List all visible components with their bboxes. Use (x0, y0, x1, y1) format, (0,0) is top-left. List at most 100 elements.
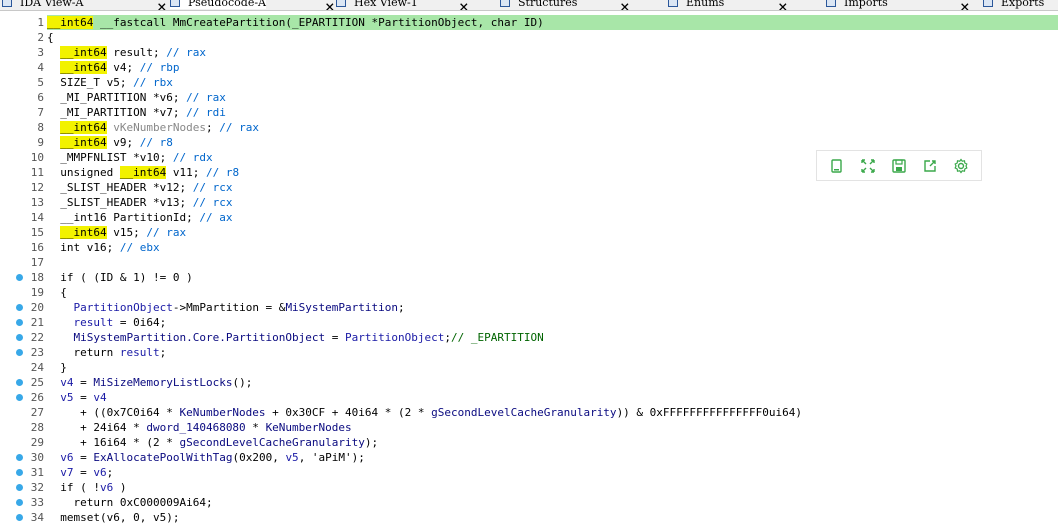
code-line[interactable]: 28 + 24i64 * dword_140468080 * KeNumberN… (0, 420, 1058, 435)
save-button[interactable] (889, 156, 909, 176)
tab-structures[interactable]: Structures (500, 0, 577, 9)
line-number: 14 (30, 211, 44, 224)
code-line[interactable]: 14 __int16 PartitionId; // ax (0, 210, 1058, 225)
code-comment: // rcx (192, 181, 233, 194)
code-comment: // rbp (139, 61, 180, 74)
code-line[interactable]: 5 SIZE_T v5; // rbx (0, 75, 1058, 90)
copy-icon (830, 158, 842, 173)
code-line[interactable]: 20 PartitionObject->MmPartition = &MiSys… (0, 300, 1058, 315)
tab-pseudocode-a[interactable]: Pseudocode-A (170, 0, 267, 9)
tab-ida-view-a[interactable]: IDA View-A (2, 0, 83, 9)
code-line[interactable]: 2{ (0, 30, 1058, 45)
line-number: 13 (30, 196, 44, 209)
line-number: 29 (30, 436, 44, 449)
code-text: v4 = MiSizeMemoryListLocks(); (47, 375, 1058, 390)
pseudocode-view[interactable]: 1 __int64 __fastcall MmCreatePartition(_E… (0, 15, 1058, 525)
code-token: _MI_PARTITION *v7; (47, 106, 187, 119)
code-token: _MMPFNLIST *v10; (47, 151, 173, 164)
code-token: unsigned (47, 166, 120, 179)
code-text: SIZE_T v5; // rbx (47, 75, 1058, 90)
code-line[interactable]: 21 result = 0i64; (0, 315, 1058, 330)
tab-label: Pseudocode-A (188, 0, 267, 9)
code-line[interactable]: 17 (0, 255, 1058, 270)
code-token: ; (106, 466, 114, 479)
tab-view-icon (668, 0, 678, 7)
code-line[interactable]: 13 _SLIST_HEADER *v13; // rcx (0, 195, 1058, 210)
code-line[interactable]: 27 + ((0x7C0i64 * KeNumberNodes + 0x30CF… (0, 405, 1058, 420)
code-line[interactable]: 7 _MI_PARTITION *v7; // rdi (0, 105, 1058, 120)
code-line[interactable]: 16 int v16; // ebx (0, 240, 1058, 255)
code-text: return 0xC000009Ai64; (47, 495, 1058, 510)
settings-button[interactable] (951, 156, 971, 176)
code-line[interactable]: 22 MiSystemPartition.Core.PartitionObjec… (0, 330, 1058, 345)
code-token: = (73, 391, 94, 404)
close-tab-icon[interactable]: × (325, 0, 335, 10)
code-token: __fastcall MmCreatePartition(_EPARTITION… (93, 16, 544, 29)
code-token: gSecondLevelCacheGranularity (431, 406, 617, 419)
code-comment: // ebx (119, 241, 160, 254)
code-token: v5 (285, 451, 299, 464)
code-comment: // r8 (205, 166, 240, 179)
tab-enums[interactable]: Enums (668, 0, 724, 9)
line-number: 24 (30, 361, 44, 374)
close-tab-icon[interactable]: × (960, 0, 970, 10)
line-number: 8 (37, 121, 44, 134)
code-line[interactable]: 3 __int64 result; // rax (0, 45, 1058, 60)
code-line[interactable]: 33 return 0xC000009Ai64; (0, 495, 1058, 510)
share-button[interactable] (920, 156, 940, 176)
line-number: 26 (30, 391, 44, 404)
line-number: 2 (37, 31, 44, 44)
code-token: = 0i64; (113, 316, 167, 329)
copy-button[interactable] (827, 156, 847, 176)
code-token: { (47, 286, 67, 299)
tab-exports[interactable]: Exports (983, 0, 1044, 9)
code-token: v11; (166, 166, 206, 179)
code-token: v7 (60, 466, 74, 479)
code-line[interactable]: 4 __int64 v4; // rbp (0, 60, 1058, 75)
code-token: v4 (93, 391, 107, 404)
code-line[interactable]: 19 { (0, 285, 1058, 300)
type-keyword: __int64 (60, 226, 107, 239)
code-text: __int64 v15; // rax (47, 225, 1058, 240)
code-line[interactable]: 8 __int64 vKeNumberNodes; // rax (0, 120, 1058, 135)
code-line[interactable]: 9 __int64 v9; // r8 (0, 135, 1058, 150)
code-line[interactable]: 30 v6 = ExAllocatePoolWithTag(0x200, v5,… (0, 450, 1058, 465)
tab-imports[interactable]: Imports (826, 0, 888, 9)
code-comment: // rbx (133, 76, 173, 89)
close-tab-icon[interactable]: × (620, 0, 630, 10)
tab-view-icon (170, 0, 180, 7)
code-line[interactable]: 31 v7 = v6; (0, 465, 1058, 480)
code-line[interactable]: 24 } (0, 360, 1058, 375)
code-line[interactable]: 12 _SLIST_HEADER *v12; // rcx (0, 180, 1058, 195)
code-line[interactable]: 23 return result; (0, 345, 1058, 360)
code-text: PartitionObject->MmPartition = &MiSystem… (47, 300, 1058, 315)
close-tab-icon[interactable]: × (459, 0, 469, 10)
code-token: SIZE_T v5; (47, 76, 134, 89)
line-number: 1 (37, 16, 44, 29)
code-line[interactable]: 1 __int64 __fastcall MmCreatePartition(_E… (0, 15, 1058, 30)
code-line[interactable]: 15 __int64 v15; // rax (0, 225, 1058, 240)
code-line[interactable]: 29 + 16i64 * (2 * gSecondLevelCacheGranu… (0, 435, 1058, 450)
line-number: 27 (30, 406, 44, 419)
code-line[interactable]: 6 _MI_PARTITION *v6; // rax (0, 90, 1058, 105)
close-tab-icon[interactable]: × (157, 0, 167, 10)
code-line[interactable]: 26 v5 = v4 (0, 390, 1058, 405)
close-tab-icon[interactable]: × (778, 0, 788, 10)
code-token: v6 (99, 481, 114, 494)
tab-view-icon (2, 0, 12, 7)
code-token: = (73, 466, 94, 479)
code-line[interactable]: 32 if ( !v6 ) (0, 480, 1058, 495)
code-token: + ((0x7C0i64 * (47, 406, 180, 419)
code-line[interactable]: 25 v4 = MiSizeMemoryListLocks(); (0, 375, 1058, 390)
code-text: + 24i64 * dword_140468080 * KeNumberNode… (47, 420, 1058, 435)
code-line[interactable]: 34 memset(v6, 0, v5); (0, 510, 1058, 525)
expand-button[interactable] (858, 156, 878, 176)
tab-hex-view-1[interactable]: Hex View-1 (336, 0, 418, 9)
code-line[interactable]: 18 if ( (ID & 1) != 0 ) (0, 270, 1058, 285)
code-text: + ((0x7C0i64 * KeNumberNodes + 0x30CF + … (47, 405, 1058, 420)
